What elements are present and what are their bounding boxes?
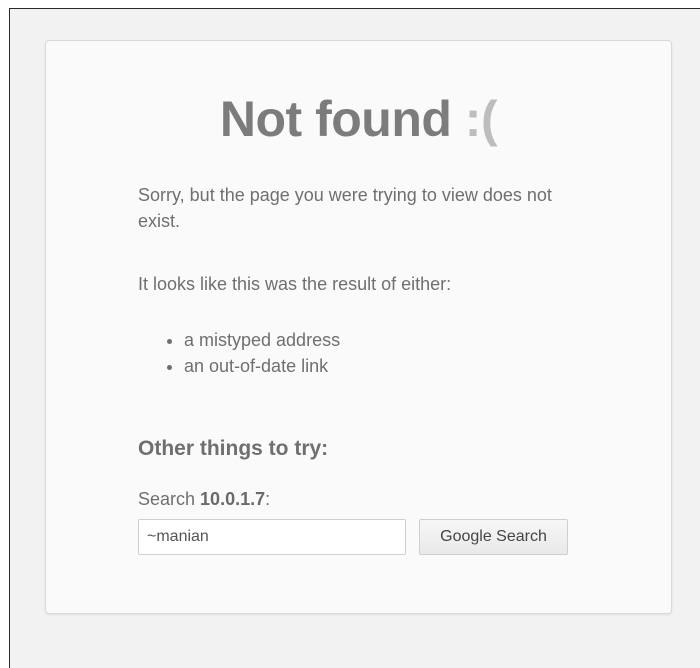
not-found-card: Not found :( Sorry, but the page you wer… <box>45 40 672 614</box>
search-host: 10.0.1.7 <box>200 489 266 509</box>
list-item: an out-of-date link <box>184 353 340 379</box>
not-found-message: Sorry, but the page you were trying to v… <box>138 185 552 231</box>
reasons-list: a mistyped address an out-of-date link <box>158 327 340 379</box>
reasons-intro: It looks like this was the result of eit… <box>138 274 452 294</box>
sad-face-emoticon: :( <box>451 91 498 147</box>
page-title: Not found :( <box>46 89 671 149</box>
search-label-suffix: : <box>265 489 271 509</box>
search-input[interactable] <box>138 519 406 555</box>
search-label-prefix: Search <box>138 489 201 509</box>
other-things-heading: Other things to try: <box>138 437 329 460</box>
list-item: a mistyped address <box>184 327 340 353</box>
search-label: Search 10.0.1.7: <box>138 486 270 512</box>
browser-viewport: Not found :( Sorry, but the page you wer… <box>9 8 700 668</box>
google-search-button[interactable]: Google Search <box>419 519 568 555</box>
title-text: Not found <box>219 91 452 147</box>
